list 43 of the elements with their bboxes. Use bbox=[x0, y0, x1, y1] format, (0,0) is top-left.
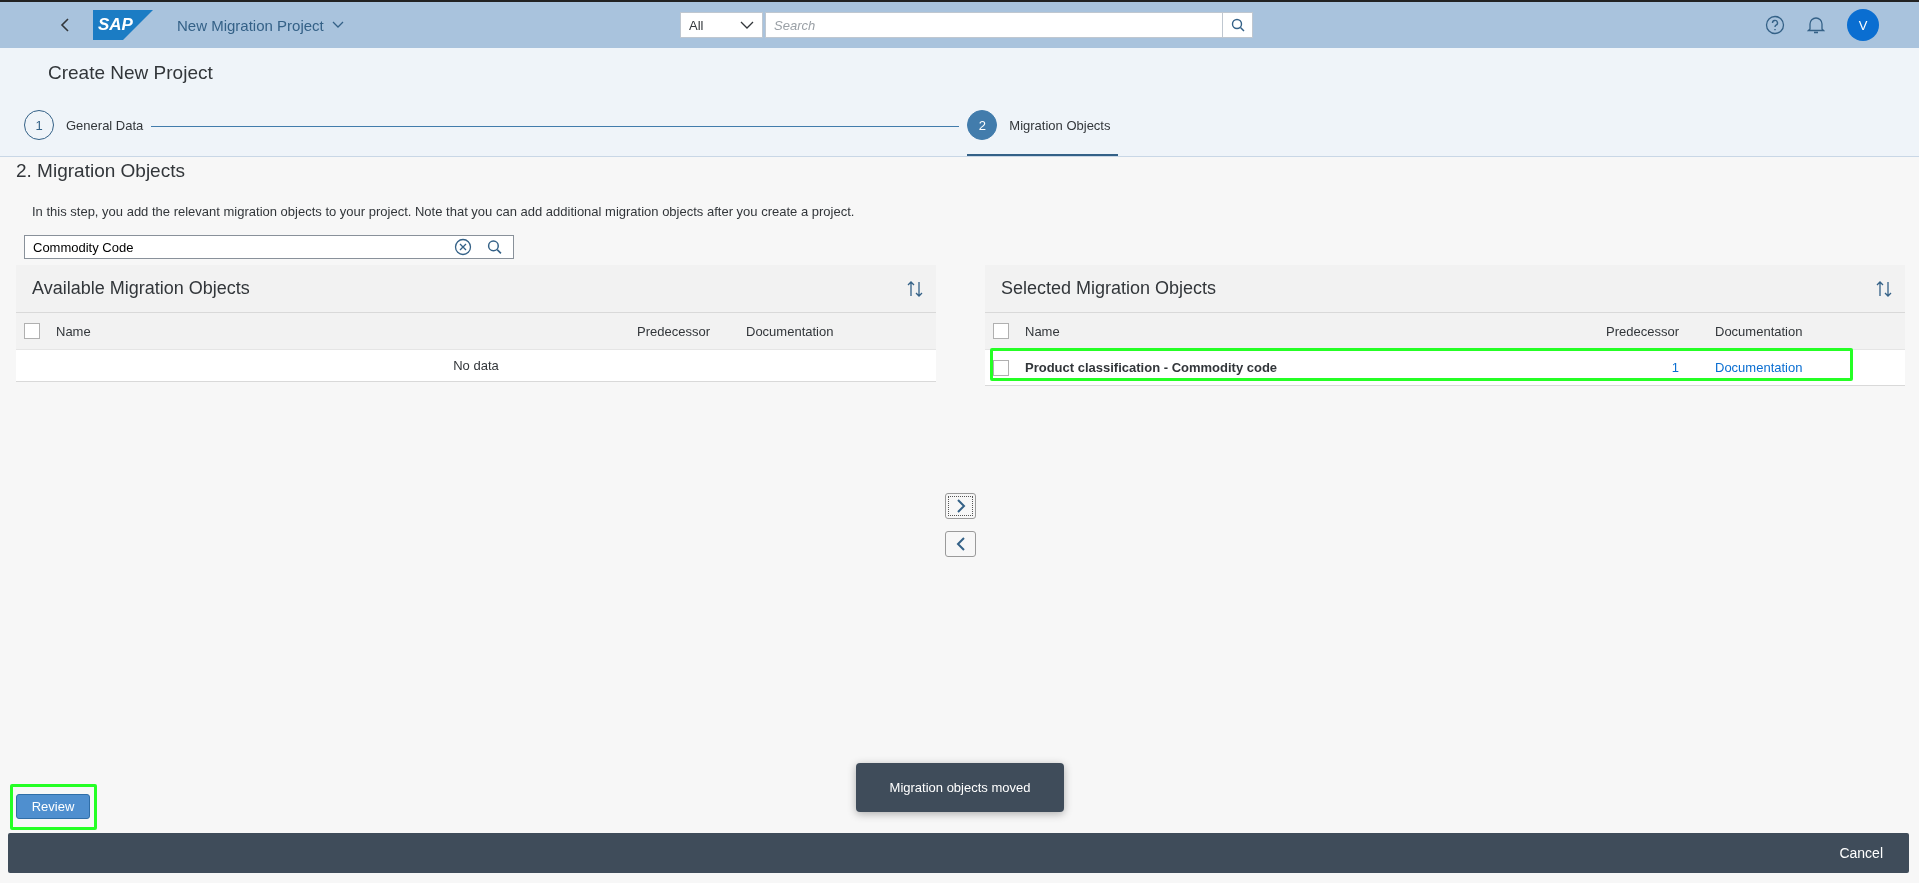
app-title-menu[interactable]: New Migration Project bbox=[171, 15, 350, 35]
step-number: 2 bbox=[967, 110, 998, 140]
column-header: Documentation bbox=[746, 323, 834, 339]
select-all-checkbox[interactable] bbox=[24, 323, 40, 339]
no-data-text: No data bbox=[453, 358, 499, 373]
column-header: Name bbox=[1025, 323, 1061, 339]
panel-title: Selected Migration Objects bbox=[1001, 278, 1217, 299]
chevron-down-icon bbox=[740, 21, 754, 29]
clear-icon[interactable] bbox=[454, 238, 472, 256]
wizard-step[interactable]: 2 Migration Objects bbox=[967, 110, 1119, 156]
section-title: 2. Migration Objects bbox=[16, 160, 186, 182]
panel-title: Available Migration Objects bbox=[32, 278, 250, 299]
column-header: Documentation bbox=[1715, 323, 1803, 339]
chevron-right-icon bbox=[955, 498, 966, 514]
notification-bell-icon[interactable] bbox=[1807, 15, 1825, 35]
search-field[interactable]: Search bbox=[765, 12, 1223, 38]
toast-message: Migration objects moved bbox=[856, 763, 1064, 812]
page-title: Create New Project bbox=[48, 62, 214, 84]
wizard-step[interactable]: 1 General Data bbox=[24, 110, 144, 156]
search-icon[interactable] bbox=[487, 239, 502, 255]
help-icon[interactable] bbox=[1765, 15, 1785, 35]
search-icon[interactable] bbox=[1223, 12, 1253, 38]
sort-icon[interactable] bbox=[906, 279, 924, 298]
move-left-button[interactable] bbox=[945, 531, 976, 557]
sort-icon[interactable] bbox=[1875, 279, 1893, 298]
predecessor-link[interactable]: 1 bbox=[1671, 360, 1679, 375]
review-button[interactable]: Review bbox=[16, 794, 90, 819]
move-right-button[interactable] bbox=[945, 493, 976, 519]
documentation-link[interactable]: Documentation bbox=[1715, 360, 1803, 375]
company-logo[interactable]: SAP bbox=[93, 10, 153, 40]
object-name: Product classification - Commodity code bbox=[1025, 360, 1279, 375]
chevron-down-icon bbox=[331, 21, 344, 29]
description-text: In this step, you add the relevant migration objects to your project. Note that you can add additional migration objects after you create a project. bbox=[32, 204, 856, 219]
column-header: Name bbox=[56, 323, 92, 339]
search-scope-select[interactable]: All bbox=[680, 12, 763, 38]
filter-field[interactable]: Commodity Code bbox=[24, 235, 514, 259]
chevron-left-icon bbox=[955, 536, 966, 552]
column-header: Predecessor bbox=[636, 323, 711, 339]
row-checkbox[interactable] bbox=[993, 359, 1009, 376]
select-all-checkbox[interactable] bbox=[993, 323, 1009, 339]
user-avatar[interactable]: V bbox=[1847, 9, 1879, 41]
column-header: Predecessor bbox=[1605, 323, 1680, 339]
cancel-button[interactable]: Cancel bbox=[1833, 844, 1889, 862]
